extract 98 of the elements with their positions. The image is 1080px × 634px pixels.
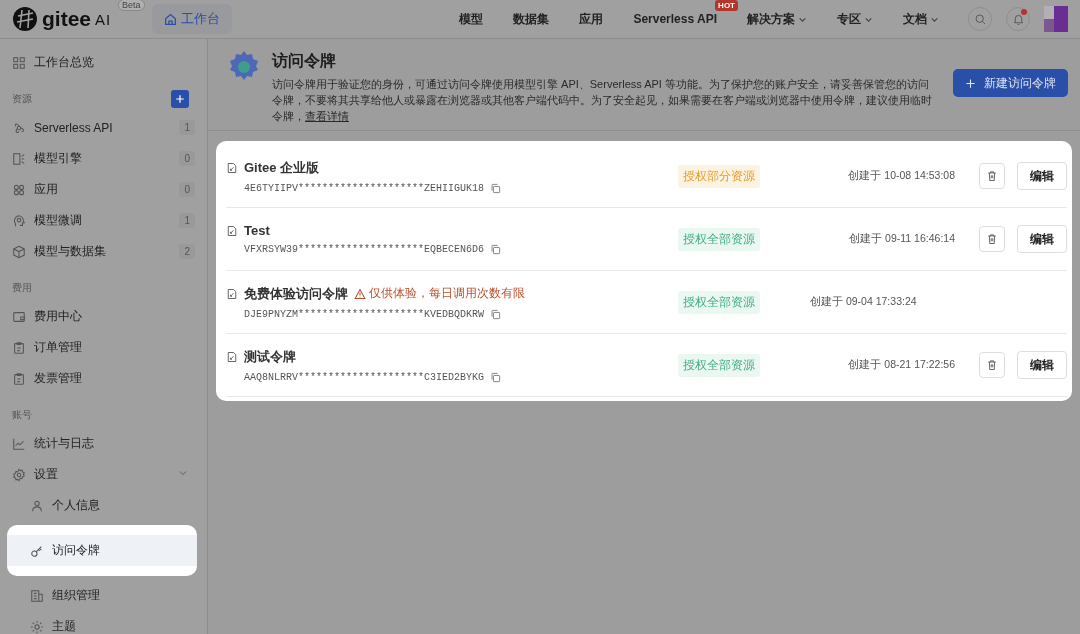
scope-tag: 授权部分资源 [678,164,760,188]
sidebar-item[interactable]: 个人信息 [0,490,207,521]
nav-item[interactable]: 文档 [888,10,954,28]
count-badge: 1 [179,213,195,228]
token-name: 免费体验访问令牌 [244,284,348,303]
sidebar-item[interactable]: 访问令牌 [7,535,197,566]
clipboard-icon [12,340,26,355]
token-doc-icon [226,161,238,174]
delete-button[interactable] [979,226,1005,252]
sidebar-item[interactable]: 费用中心 [0,301,207,332]
apps-icon [12,182,26,197]
copy-icon [490,371,502,383]
sidebar-item[interactable]: 设置 [0,459,207,490]
edit-button[interactable]: 编辑 [1017,162,1067,190]
copy-button[interactable] [490,244,502,255]
copy-icon [490,244,502,255]
logo-icon [12,6,38,32]
copy-button[interactable] [490,182,502,194]
token-doc-icon [226,224,238,237]
token-name: 测试令牌 [244,347,296,366]
brand-name: gitee [42,7,91,31]
copy-icon [490,182,502,194]
plus-icon [965,77,976,89]
edit-button[interactable]: 编辑 [1017,351,1067,379]
sidebar-item[interactable]: 模型与数据集 2 [0,236,207,267]
wallet-icon [12,309,26,324]
created-time: 创建于 09-04 17:33:24 [810,295,917,309]
page-description: 访问令牌用于验证您的身份，可通过访问令牌使用模型引擎 API、Serverless API 等功能。为了保护您的账户安全，请妥善保管您的访问令牌，不要将其共享给他人或暴露在浏览器或其他客户端代码中。为了安全起见，如果需要在客户端或浏览器中使用令牌，建议使用临时令牌，查看详情 [272,77,932,124]
sidebar-item[interactable]: Serverless API 1 [0,112,207,143]
beta-badge: Beta [118,0,145,11]
copy-button[interactable] [490,371,502,383]
count-badge: 0 [179,151,195,166]
avatar[interactable] [1044,6,1068,32]
add-button[interactable] [171,90,189,108]
trash-icon [986,359,998,371]
search-icon [973,12,987,26]
created-time: 创建于 08-21 17:22:56 [848,358,955,372]
token-warning: 仅供体验，每日调用次数有限 [369,285,525,302]
count-badge: 2 [179,244,195,259]
sun-icon [30,619,44,634]
sidebar-item[interactable]: 工作台总览 [0,47,207,78]
fan-icon [12,120,26,135]
nav-item[interactable]: 解决方案 [732,10,822,28]
scope-tag: 授权全部资源 [678,290,760,314]
token-value: DJE9PNYZM*********************KVEDBQDKRW [244,308,485,320]
nav-item[interactable]: 数据集 [498,10,565,28]
grid-icon [12,55,26,70]
sidebar-item[interactable]: 统计与日志 [0,428,207,459]
copy-icon [490,308,502,320]
warning-icon [354,287,366,300]
trash-icon [986,170,998,182]
page-title: 访问令牌 [272,51,337,71]
delete-button[interactable] [979,163,1005,189]
home-icon [164,12,177,26]
edit-button[interactable]: 编辑 [1017,225,1067,253]
count-badge: 1 [179,120,195,135]
plus-icon [174,93,186,105]
hot-badge: HOT [715,0,738,11]
clipboard-icon [12,371,26,386]
section-title: 资源 [12,92,32,106]
nav-item[interactable]: 模型 [444,10,499,28]
building-icon [30,588,44,603]
nav-item[interactable]: 应用 [564,10,619,28]
head-icon [12,213,26,228]
person-icon [30,498,44,513]
sidebar-item[interactable]: 主题 [0,611,207,634]
details-link[interactable]: 查看详情 [305,110,349,122]
sidebar-item[interactable]: 订单管理 [0,332,207,363]
sidebar-item[interactable]: 应用 0 [0,174,207,205]
created-time: 创建于 09-11 16:46:14 [849,232,955,246]
nav-item[interactable]: 专区 [822,10,888,28]
token-value: AAQ8NLRRV*********************C3IED2BYKG [244,371,485,383]
engine-icon [12,151,26,166]
trash-icon [986,233,998,245]
gear-icon [12,467,26,482]
chart-icon [12,436,26,451]
sidebar-item[interactable]: 模型微调 1 [0,205,207,236]
created-time: 创建于 10-08 14:53:08 [848,169,955,183]
token-name: Test [244,223,270,238]
section-title: 费用 [12,281,32,295]
brand-suffix: AI [95,10,112,28]
delete-button[interactable] [979,352,1005,378]
token-name: Gitee 企业版 [244,158,320,177]
section-title: 账号 [12,408,32,422]
cube-icon [12,244,26,259]
token-doc-icon [226,350,238,363]
scope-tag: 授权全部资源 [678,353,760,377]
count-badge: 0 [179,182,195,197]
bell-icon [1011,12,1025,26]
sidebar-item[interactable]: 模型引擎 0 [0,143,207,174]
token-doc-icon [226,287,238,300]
scope-tag: 授权全部资源 [678,227,760,251]
copy-button[interactable] [490,308,502,320]
token-value: VFXRSYW39*********************EQBECEN6D6 [244,244,485,255]
token-value: 4E6TYIIPV*********************ZEHIIGUK18 [244,182,485,194]
sidebar-item[interactable]: 组织管理 [0,580,207,611]
new-token-button[interactable]: 新建访问令牌 [953,69,1068,97]
sidebar-item[interactable]: 发票管理 [0,363,207,394]
